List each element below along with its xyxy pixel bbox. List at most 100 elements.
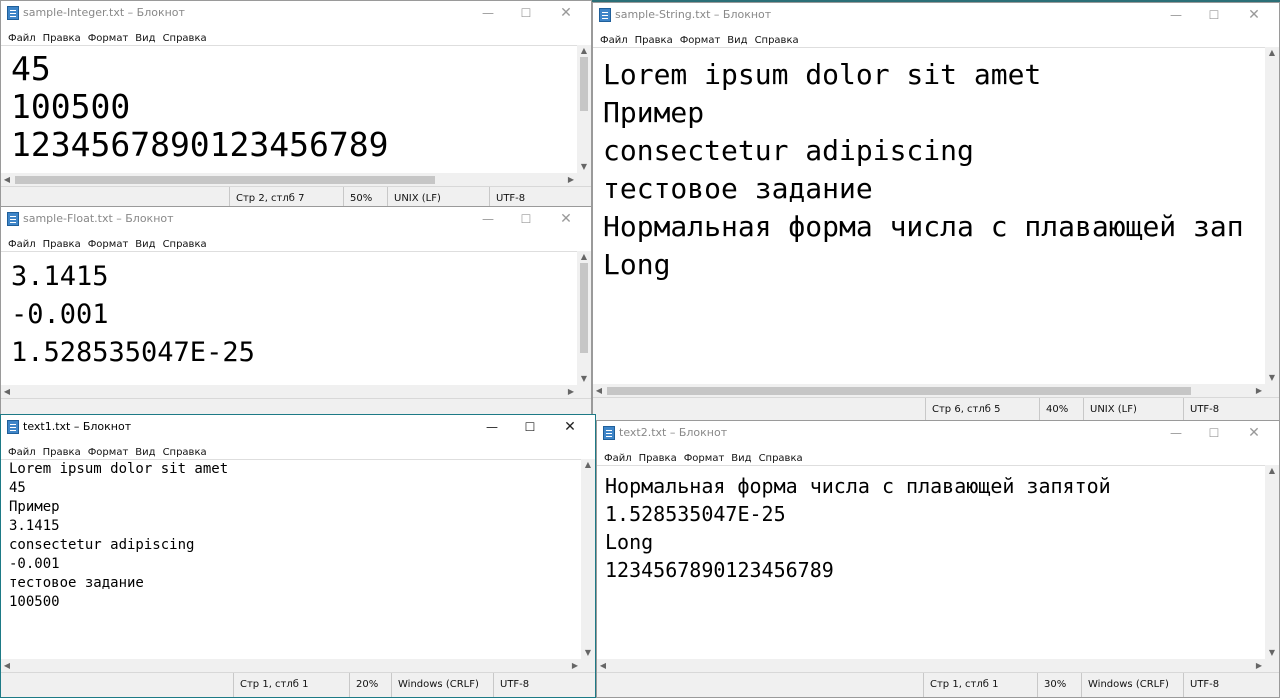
scroll-corner <box>1265 384 1279 398</box>
horizontal-scroll-thumb[interactable] <box>15 176 435 184</box>
status-line-endings: UNIX (LF) <box>1083 398 1137 422</box>
scroll-right-arrow-icon[interactable]: ▶ <box>1253 384 1265 398</box>
scroll-down-arrow-icon[interactable]: ▼ <box>1265 372 1279 384</box>
status-bar: Стр 1, стлб 1 30% Windows (CRLF) UTF-8 <box>597 672 1279 697</box>
text-line: Lorem ipsum dolor sit amet <box>9 461 229 477</box>
scroll-corner <box>577 173 591 187</box>
scroll-left-arrow-icon[interactable]: ◀ <box>593 384 605 398</box>
text-line: Нормальная форма числа с плавающей запят… <box>605 474 1111 498</box>
scroll-left-arrow-icon[interactable]: ◀ <box>1 173 13 187</box>
minimize-button[interactable]: — <box>469 1 507 25</box>
scroll-down-arrow-icon[interactable]: ▼ <box>581 647 595 659</box>
text-line: 100500 <box>11 87 131 126</box>
notepad-window-text2[interactable]: text2.txt – Блокнот — ☐ ✕ Файл Правка Форм… <box>596 420 1280 698</box>
scroll-up-arrow-icon[interactable]: ▲ <box>577 251 591 263</box>
minimize-button[interactable]: — <box>1157 421 1195 445</box>
notepad-icon <box>7 212 19 226</box>
text-line: 100500 <box>9 594 60 610</box>
text-editor[interactable]: Lorem ipsum dolor sit amet Пример consecte… <box>593 47 1265 384</box>
minimize-button[interactable]: — <box>1157 3 1195 27</box>
text-editor[interactable]: Нормальная форма числа с плавающей запят… <box>597 465 1265 659</box>
scroll-corner <box>577 385 591 399</box>
text-line: consectetur adipiscing <box>603 134 974 167</box>
status-position: Стр 1, стлб 1 <box>923 673 998 697</box>
scroll-left-arrow-icon[interactable]: ◀ <box>1 385 13 399</box>
scroll-right-arrow-icon[interactable]: ▶ <box>565 385 577 399</box>
text-line: -0.001 <box>11 299 109 330</box>
title-bar[interactable]: sample-String.txt – Блокнот — ☐ ✕ <box>593 3 1279 27</box>
minimize-button[interactable]: — <box>473 415 511 439</box>
horizontal-scrollbar[interactable]: ◀ ▶ <box>1 173 577 187</box>
close-button[interactable]: ✕ <box>1235 421 1273 445</box>
text-editor[interactable]: Lorem ipsum dolor sit amet 45 Пример 3.1415… <box>1 459 581 659</box>
horizontal-scrollbar[interactable]: ◀ ▶ <box>593 384 1265 398</box>
scroll-corner <box>581 659 595 673</box>
text-line: Lorem ipsum dolor sit amet <box>603 58 1042 91</box>
title-bar[interactable]: text2.txt – Блокнот — ☐ ✕ <box>597 421 1279 445</box>
maximize-button[interactable]: ☐ <box>507 207 545 231</box>
text-line: Long <box>605 530 654 554</box>
title-bar[interactable]: sample-Float.txt – Блокнот — ☐ ✕ <box>1 207 591 231</box>
close-button[interactable]: ✕ <box>551 415 589 439</box>
scroll-left-arrow-icon[interactable]: ◀ <box>1 659 13 673</box>
text-editor[interactable]: 3.1415 -0.001 1.528535047E-25 <box>1 251 577 385</box>
status-zoom: 20% <box>349 673 378 697</box>
text-line: 1.528535047E-25 <box>11 337 255 368</box>
window-title: sample-String.txt – Блокнот <box>615 8 772 21</box>
scroll-down-arrow-icon[interactable]: ▼ <box>577 373 591 385</box>
vertical-scrollbar[interactable]: ▲ ▼ <box>1265 465 1279 659</box>
text-line: тестовое задание <box>9 575 144 591</box>
notepad-window-sample-string[interactable]: sample-String.txt – Блокнот — ☐ ✕ Файл Пр… <box>592 2 1280 423</box>
scroll-right-arrow-icon[interactable]: ▶ <box>565 173 577 187</box>
menu-bar: Файл Правка Формат Вид Справка <box>593 28 1279 46</box>
scroll-up-arrow-icon[interactable]: ▲ <box>581 459 595 471</box>
horizontal-scrollbar[interactable]: ◀ ▶ <box>597 659 1265 673</box>
scroll-right-arrow-icon[interactable]: ▶ <box>1253 659 1265 673</box>
text-line: тестовое задание <box>603 172 873 205</box>
scroll-down-arrow-icon[interactable]: ▼ <box>1265 647 1279 659</box>
title-bar[interactable]: sample-Integer.txt – Блокнот — ☐ ✕ <box>1 1 591 25</box>
status-position: Стр 1, стлб 1 <box>233 673 308 697</box>
vertical-scrollbar[interactable]: ▲ ▼ <box>577 45 591 173</box>
notepad-icon <box>599 8 611 22</box>
scroll-right-arrow-icon[interactable]: ▶ <box>569 659 581 673</box>
status-position: Стр 6, стлб 5 <box>925 398 1000 422</box>
text-line: 3.1415 <box>9 518 60 534</box>
text-line: Long <box>603 248 671 281</box>
horizontal-scroll-thumb[interactable] <box>607 387 1191 395</box>
maximize-button[interactable]: ☐ <box>507 1 545 25</box>
maximize-button[interactable]: ☐ <box>511 415 549 439</box>
status-bar: Стр 1, стлб 1 20% Windows (CRLF) UTF-8 <box>1 672 595 697</box>
notepad-window-sample-float[interactable]: sample-Float.txt – Блокнот — ☐ ✕ Файл Пра… <box>0 206 592 424</box>
text-line: 45 <box>9 480 26 496</box>
scroll-down-arrow-icon[interactable]: ▼ <box>577 161 591 173</box>
notepad-window-text1[interactable]: text1.txt – Блокнот — ☐ ✕ Файл Правка Форм… <box>0 414 596 698</box>
maximize-button[interactable]: ☐ <box>1195 3 1233 27</box>
text-editor[interactable]: 45 100500 1234567890123456789 <box>1 45 577 173</box>
text-line: Пример <box>9 499 60 515</box>
status-zoom: 40% <box>1039 398 1068 422</box>
close-button[interactable]: ✕ <box>547 1 585 25</box>
scroll-up-arrow-icon[interactable]: ▲ <box>1265 47 1279 59</box>
close-button[interactable]: ✕ <box>1235 3 1273 27</box>
notepad-window-sample-integer[interactable]: sample-Integer.txt – Блокнот — ☐ ✕ Файл П… <box>0 0 592 212</box>
vertical-scroll-thumb[interactable] <box>580 263 588 353</box>
notepad-icon <box>7 420 19 434</box>
text-line: 45 <box>11 49 51 88</box>
menu-bar: Файл Правка Формат Вид Справка <box>1 232 591 250</box>
window-title: sample-Integer.txt – Блокнот <box>23 6 185 19</box>
vertical-scrollbar[interactable]: ▲ ▼ <box>581 459 595 659</box>
notepad-icon <box>603 426 615 440</box>
scroll-up-arrow-icon[interactable]: ▲ <box>1265 465 1279 477</box>
scroll-left-arrow-icon[interactable]: ◀ <box>597 659 609 673</box>
vertical-scrollbar[interactable]: ▲ ▼ <box>1265 47 1279 384</box>
title-bar[interactable]: text1.txt – Блокнот — ☐ ✕ <box>1 415 595 439</box>
vertical-scroll-thumb[interactable] <box>580 57 588 111</box>
minimize-button[interactable]: — <box>469 207 507 231</box>
horizontal-scrollbar[interactable]: ◀ ▶ <box>1 385 577 399</box>
maximize-button[interactable]: ☐ <box>1195 421 1233 445</box>
vertical-scrollbar[interactable]: ▲ ▼ <box>577 251 591 385</box>
horizontal-scrollbar[interactable]: ◀ ▶ <box>1 659 581 673</box>
scroll-up-arrow-icon[interactable]: ▲ <box>577 45 591 57</box>
close-button[interactable]: ✕ <box>547 207 585 231</box>
